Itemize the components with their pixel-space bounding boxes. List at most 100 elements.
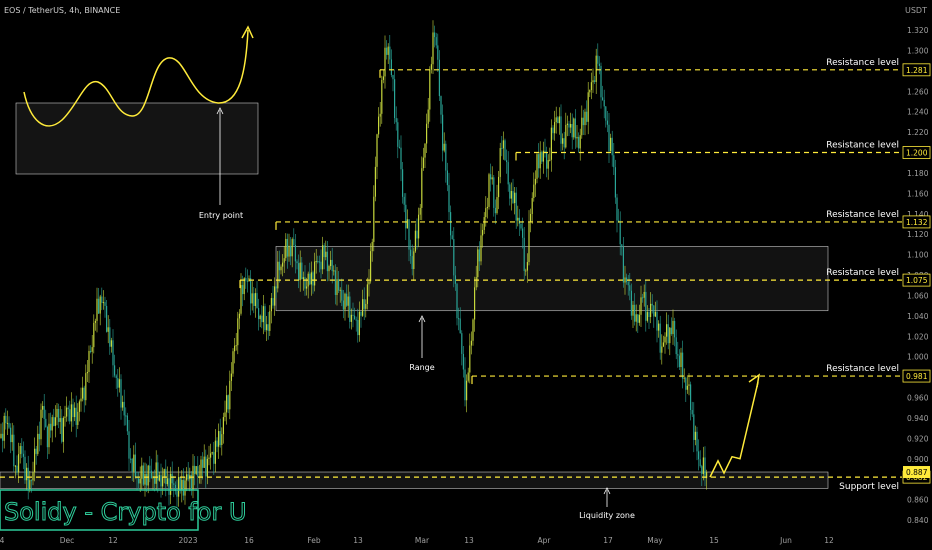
candle-body [160, 475, 162, 487]
candle-body [477, 249, 479, 278]
candle-body [106, 305, 108, 332]
candle-body [74, 407, 76, 418]
candle-body [51, 417, 53, 431]
candle-body [275, 286, 277, 289]
candle-body [445, 143, 447, 171]
candle-body [469, 345, 471, 373]
candle-body [134, 454, 136, 477]
candle-body [670, 327, 672, 335]
candle-body [386, 47, 388, 55]
candle-body [270, 298, 272, 312]
candle-body [456, 283, 458, 319]
candle-body [619, 221, 621, 245]
candle-body [602, 97, 604, 100]
candle-body [394, 79, 396, 119]
candle-body [365, 303, 367, 309]
candle-body [48, 423, 50, 448]
candle-body [552, 127, 554, 134]
y-tick-label: 1.220 [907, 128, 929, 137]
candle-body [451, 235, 453, 240]
x-tick-label: Dec [60, 536, 75, 545]
candle-body [363, 299, 365, 309]
candle-body [280, 266, 282, 271]
candle-body [330, 259, 332, 267]
candle-body [296, 261, 298, 264]
candle-body [358, 311, 360, 336]
candle-body [133, 454, 135, 472]
candle-body [667, 324, 669, 344]
candle-body [61, 418, 63, 442]
candle-body [16, 465, 18, 473]
candle-body [312, 272, 314, 286]
candle-body [318, 261, 320, 263]
candle-body [480, 235, 482, 262]
candle-body [544, 150, 546, 152]
candle-body [178, 476, 180, 497]
candle-body [368, 281, 370, 285]
candle-body [32, 472, 34, 481]
candle-body [102, 302, 104, 304]
candle-body [594, 80, 596, 82]
candle-body [251, 293, 253, 304]
candle-body [240, 285, 242, 314]
candle-body [22, 453, 24, 457]
candle-body [310, 272, 312, 285]
x-tick-label: 17 [603, 536, 613, 545]
liquidity-zone [0, 471, 829, 489]
candle-body [581, 117, 583, 136]
candle-body [195, 466, 197, 475]
candle-body [226, 395, 228, 413]
candle-body [352, 314, 354, 316]
candle-body [630, 290, 632, 316]
candle-body [598, 63, 600, 66]
candle-body [685, 377, 687, 390]
candle-body [50, 423, 52, 431]
candle-body [163, 469, 165, 478]
candle-body [238, 313, 240, 319]
candle-body [168, 478, 170, 495]
candle-body [454, 275, 456, 284]
candle-body [632, 304, 634, 316]
support-label: Support level [839, 482, 899, 492]
candle-body [357, 320, 359, 336]
x-tick-label: 13 [353, 536, 363, 545]
candle-body [490, 174, 492, 180]
candle-body [291, 239, 293, 257]
x-tick-label: 2023 [178, 536, 197, 545]
candle-body [382, 76, 384, 80]
candle-body [122, 401, 124, 408]
candle-body [62, 417, 64, 442]
candle-body [422, 157, 424, 169]
candle-body [118, 379, 120, 388]
candle-body [355, 319, 357, 321]
candle-body [218, 431, 220, 447]
candle-body [266, 324, 268, 331]
candle-body [534, 178, 536, 185]
candle-body [566, 123, 568, 125]
candle-body [550, 127, 552, 160]
candle-body [502, 140, 504, 149]
candle-body [90, 350, 92, 352]
candle-body [518, 217, 520, 224]
candle-body [115, 375, 117, 379]
candle-body [197, 466, 199, 477]
candle-body [390, 59, 392, 76]
candle-body [613, 155, 615, 168]
candle-body [302, 277, 304, 280]
candle-body [293, 239, 295, 245]
candle-body [66, 407, 68, 417]
candle-body [584, 111, 586, 126]
candle-body [702, 457, 704, 474]
candle-body [59, 418, 61, 422]
candle-body [678, 355, 680, 368]
candle-body [392, 75, 394, 80]
candle-body [139, 478, 141, 484]
candle-body [142, 465, 144, 485]
candle-body [478, 249, 480, 262]
candle-body [109, 327, 111, 347]
candle-body [278, 261, 280, 271]
candle-body [646, 312, 648, 321]
candle-body [693, 414, 695, 440]
candle-body [366, 284, 368, 304]
x-tick-label: Mar [415, 536, 430, 545]
